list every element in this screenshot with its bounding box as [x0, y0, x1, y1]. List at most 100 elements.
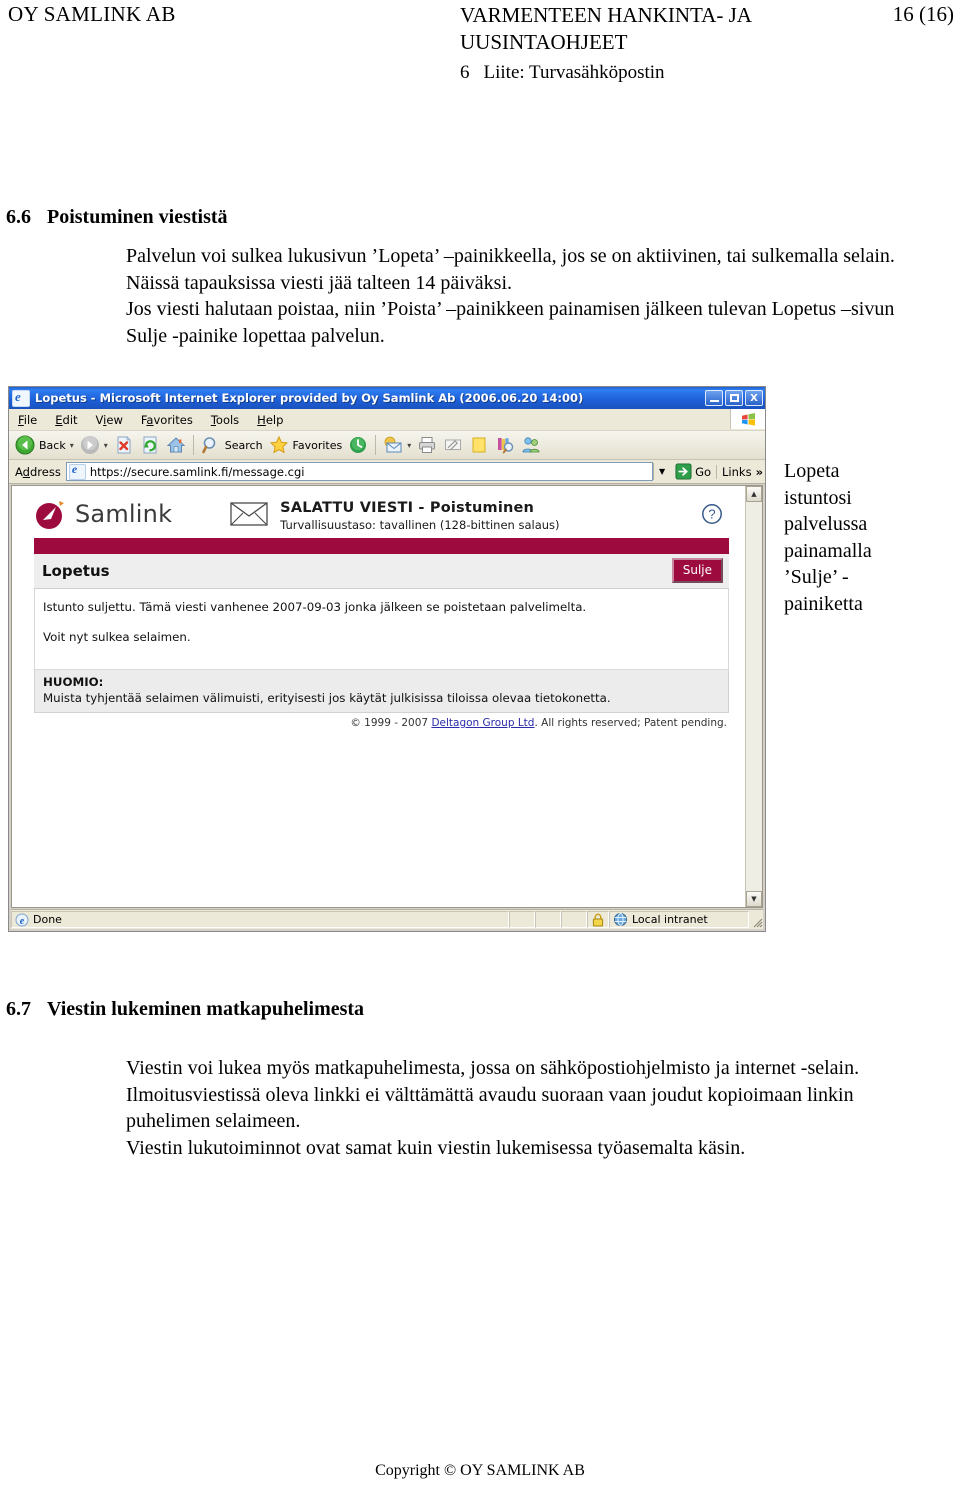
research-button[interactable] [492, 433, 518, 458]
header-appendix-number: 6 [460, 62, 470, 83]
home-button[interactable] [163, 433, 189, 458]
section-67-number: 6.7 [6, 998, 31, 1020]
secure-mail-page: Samlink SALATTU VIESTI - Poistuminen Tur… [12, 486, 745, 907]
home-icon [166, 437, 186, 453]
address-label: Address [15, 464, 61, 479]
callout-line-1: Lopeta [784, 460, 840, 482]
header-title-line1: VARMENTEEN HANKINTA- JA [460, 3, 752, 27]
stop-icon [117, 436, 131, 454]
svg-text:e: e [20, 916, 25, 927]
search-button-label: Search [224, 438, 263, 452]
refresh-icon [143, 436, 157, 454]
local-intranet-icon [614, 913, 627, 926]
research-books-icon [498, 438, 514, 454]
status-security-lock [587, 911, 609, 928]
forward-button[interactable]: ▾ [77, 433, 111, 458]
notice-text: Muista tyhjentää selaimen välimuisti, er… [43, 691, 611, 705]
menu-view-rest: ew [106, 412, 123, 427]
section-66-body: Palvelun voi sulkea lukusivun ’Lopeta’ –… [126, 243, 926, 349]
section-66-heading: 6.6 Poistuminen viestistä [6, 206, 228, 229]
section-66-title-text: Poistuminen viestistä [47, 206, 228, 228]
go-button-label: Go [695, 464, 712, 479]
toolbar-separator-2 [375, 435, 377, 455]
header-company: OY SAMLINK AB [8, 2, 176, 26]
address-url-text: https://secure.samlink.fi/message.cgi [89, 464, 305, 479]
help-button[interactable]: ? [701, 503, 723, 525]
links-chevron-icon[interactable]: » [756, 465, 763, 479]
window-resize-grip[interactable] [749, 911, 763, 928]
mail-dropdown-icon[interactable]: ▾ [407, 441, 411, 450]
header-document-title: VARMENTEEN HANKINTA- JA UUSINTAOHJEET 6L… [460, 2, 840, 86]
notice-heading: HUOMIO: [43, 675, 104, 689]
browser-address-bar: Address https://secure.samlink.fi/messag… [9, 460, 765, 484]
menu-tools[interactable]: Tools [202, 412, 248, 428]
body-line-2: Voit nyt sulkea selaimen. [43, 630, 191, 644]
messenger-button[interactable] [518, 433, 544, 458]
callout-line-4: painamalla [784, 539, 872, 562]
browser-window-screenshot: Lopetus - Microsoft Internet Explorer pr… [8, 386, 766, 932]
maximize-button[interactable] [725, 390, 743, 406]
section-66-number: 6.6 [6, 206, 31, 228]
mail-button[interactable]: ▾ [380, 433, 414, 458]
internet-explorer-small-icon: e [15, 913, 29, 927]
back-dropdown-icon[interactable]: ▾ [70, 441, 74, 450]
menu-help[interactable]: Help [248, 412, 292, 428]
star-icon [269, 435, 288, 454]
copyright-prefix: © 1999 - 2007 [350, 717, 432, 729]
header-appendix: 6 Liite: Turvasähköpostin [460, 59, 840, 86]
minimize-button[interactable] [705, 390, 723, 406]
history-button[interactable] [345, 433, 371, 458]
section-66-paragraph-2: Jos viesti halutaan poistaa, niin ’Poist… [126, 298, 895, 347]
scroll-up-button[interactable]: ▲ [746, 486, 762, 502]
status-pane-1 [509, 911, 535, 928]
section-67-paragraph-2: Viestin lukutoiminnot ovat samat kuin vi… [126, 1136, 746, 1159]
samlink-logo: Samlink [34, 497, 172, 531]
deltagon-link[interactable]: Deltagon Group Ltd [431, 717, 534, 729]
refresh-button[interactable] [137, 433, 163, 458]
favorites-button-label: Favorites [292, 438, 343, 452]
messenger-people-icon [522, 437, 540, 453]
notes-button[interactable] [466, 433, 492, 458]
go-arrow-icon [675, 463, 692, 480]
window-controls: X [705, 390, 763, 406]
status-zone-label: Local intranet [632, 913, 708, 926]
samlink-mark-svg [36, 501, 64, 529]
links-button[interactable]: Links » [716, 464, 763, 479]
address-input[interactable]: https://secure.samlink.fi/message.cgi [65, 462, 654, 481]
section-67-title-text: Viestin lukeminen matkapuhelimesta [47, 998, 365, 1020]
menu-favorites[interactable]: Favorites [132, 412, 202, 428]
menu-view[interactable]: View [87, 412, 132, 428]
print-button[interactable] [414, 433, 440, 458]
history-icon [350, 437, 367, 453]
menu-file[interactable]: File [9, 412, 46, 428]
forward-arrow-icon [80, 436, 99, 454]
forward-dropdown-icon[interactable]: ▾ [104, 441, 108, 450]
back-button[interactable]: Back ▾ [12, 433, 77, 458]
status-done: e Done [11, 911, 509, 928]
callout-line-6: painiketta [784, 592, 863, 615]
edit-button[interactable] [440, 433, 466, 458]
menu-edit[interactable]: Edit [46, 412, 86, 428]
scroll-down-button[interactable]: ▼ [746, 891, 762, 907]
status-pane-3 [561, 911, 587, 928]
header-appendix-title: Liite: Turvasähköpostin [483, 62, 665, 83]
vertical-scrollbar[interactable]: ▲ ▼ [745, 486, 762, 907]
go-button[interactable]: Go [670, 463, 716, 480]
address-dropdown-button[interactable]: ▼ [653, 463, 671, 480]
secure-mail-notice: HUOMIO: Muista tyhjentää selaimen välimu… [34, 670, 729, 713]
back-arrow-icon [15, 435, 35, 455]
mail-icon [384, 436, 402, 453]
browser-viewport: Samlink SALATTU VIESTI - Poistuminen Tur… [11, 485, 763, 908]
envelope-icon [230, 502, 268, 526]
status-zone: Local intranet [609, 911, 749, 928]
secure-mail-message-heading: SALATTU VIESTI - Poistuminen Turvallisuu… [230, 497, 560, 532]
accent-bar [34, 538, 729, 554]
page-header: OY SAMLINK AB VARMENTEEN HANKINTA- JA UU… [0, 0, 960, 90]
browser-title-text: Lopetus - Microsoft Internet Explorer pr… [35, 391, 584, 405]
stop-button[interactable] [111, 433, 137, 458]
sulje-close-button[interactable]: Sulje [671, 558, 723, 583]
search-button[interactable]: Search [198, 433, 266, 458]
status-pane-2 [535, 911, 561, 928]
favorites-button[interactable]: Favorites [266, 433, 346, 458]
close-button[interactable]: X [745, 390, 763, 406]
